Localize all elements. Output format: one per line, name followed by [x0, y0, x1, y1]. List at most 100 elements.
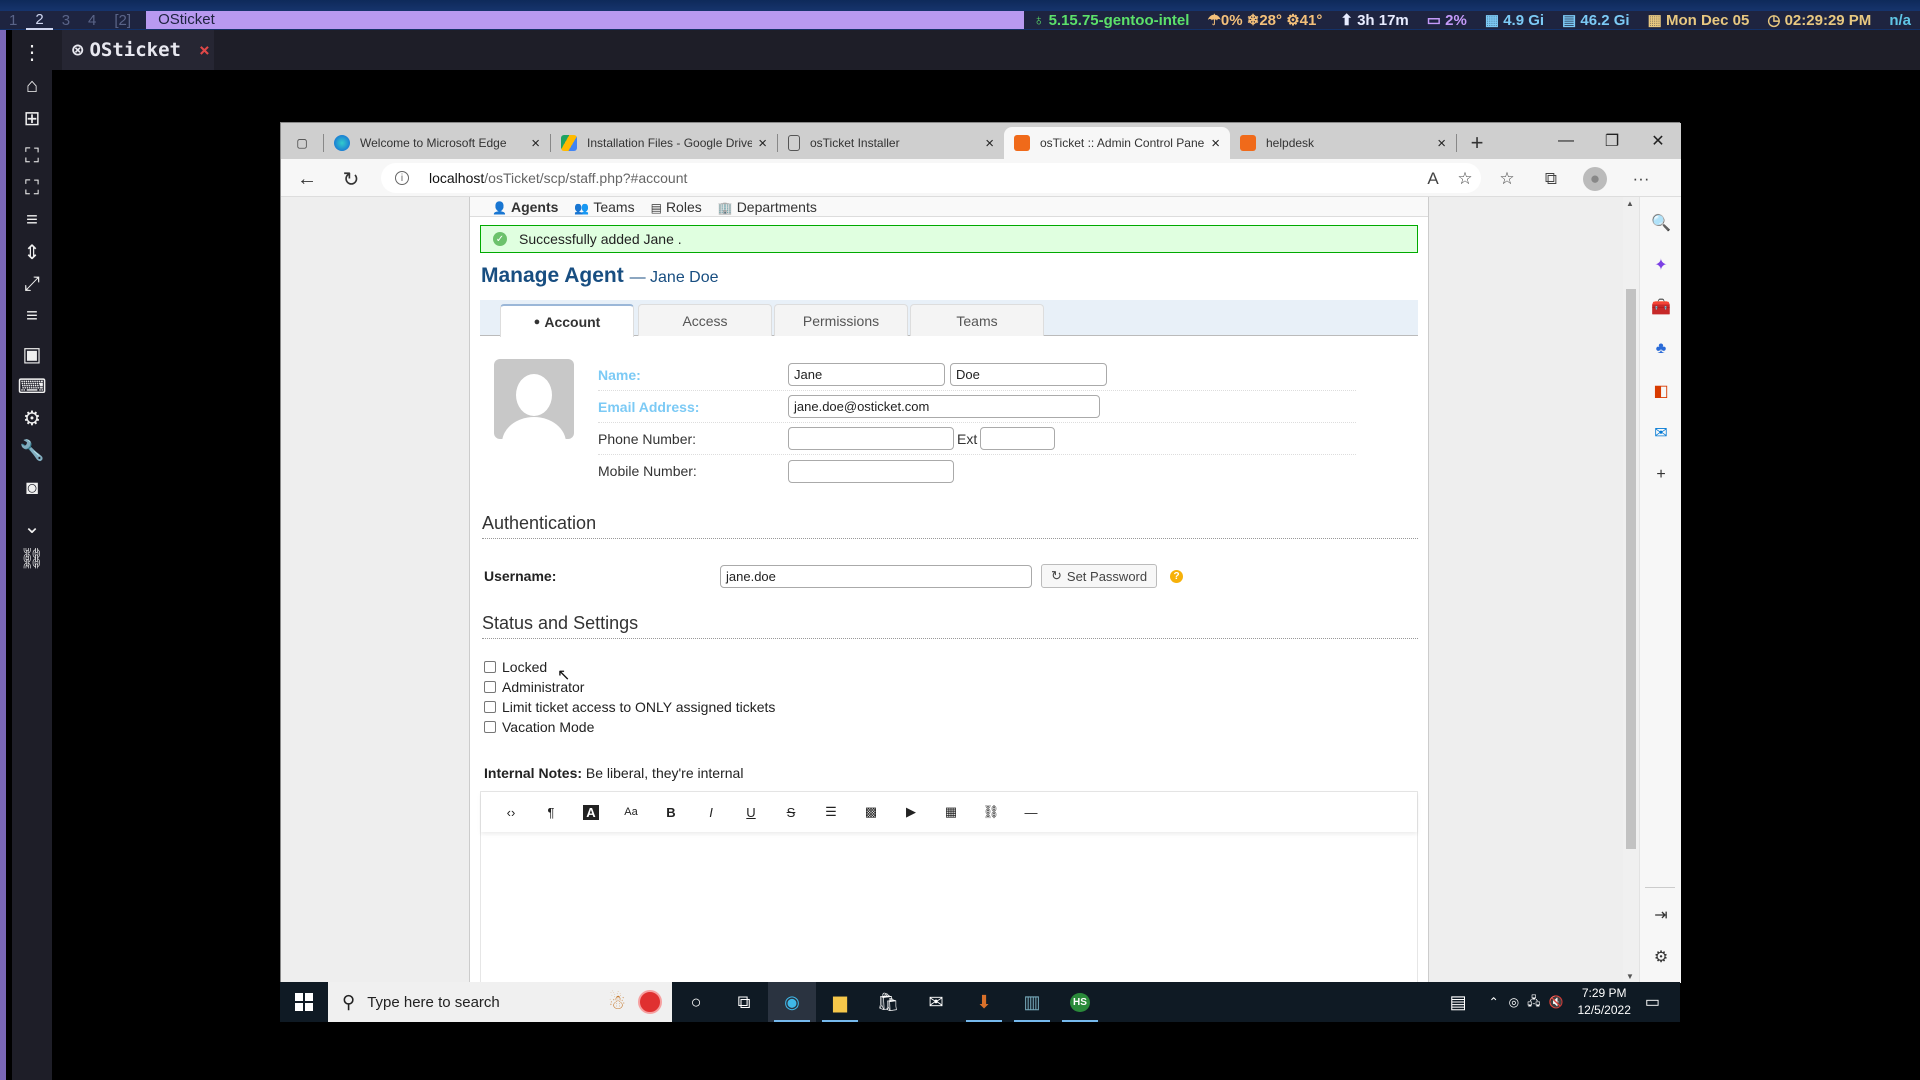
start-button[interactable] [280, 982, 328, 1022]
unlink-icon[interactable]: ⛓ [18, 544, 46, 572]
table-icon[interactable]: ▦ [931, 798, 971, 826]
mobile-input[interactable] [788, 459, 954, 483]
outlook-icon[interactable]: ✉ [1649, 421, 1673, 445]
page-scrollbar[interactable]: ▲ ▼ [1623, 197, 1639, 983]
link-icon[interactable]: ⛓ [971, 798, 1011, 826]
taskbar-store-icon[interactable]: 🛍 [864, 982, 912, 1022]
taskbar-edge-icon[interactable]: ◉ [768, 982, 816, 1022]
more-menu-icon[interactable]: ··· [1629, 167, 1653, 191]
scroll-down-icon[interactable]: ▼ [1626, 972, 1634, 981]
tools-icon[interactable]: 🧰 [1649, 295, 1673, 319]
workspace-3[interactable]: 3 [53, 12, 79, 29]
taskbar-hs-app-icon[interactable]: HS [1056, 982, 1104, 1022]
tab-close-icon[interactable]: × [985, 135, 994, 152]
kebab-menu-icon[interactable]: ⋮ [18, 38, 46, 66]
subnav-roles[interactable]: ▤ Roles [651, 199, 702, 215]
back-button[interactable]: ← [293, 165, 321, 193]
horizontal-rule-icon[interactable]: — [1011, 798, 1051, 826]
font-size-icon[interactable]: Aa [611, 798, 651, 826]
taskbar-file-explorer-icon[interactable]: ▆ [816, 982, 864, 1022]
subnav-departments[interactable]: 🏢 Departments [718, 199, 817, 215]
office-icon[interactable]: ◧ [1649, 379, 1673, 403]
wrench-icon[interactable]: 🔧 [18, 436, 46, 464]
home-icon[interactable]: ⌂ [18, 72, 46, 100]
show-hidden-icons-icon[interactable]: ⌃ [1489, 995, 1499, 1009]
collections-icon[interactable]: ⧉ [1539, 167, 1563, 191]
favorites-icon[interactable]: ☆ [1495, 167, 1519, 191]
close-icon[interactable]: × [199, 40, 210, 61]
bold-icon[interactable]: B [651, 798, 691, 826]
tab-actions-icon[interactable]: ▢ [281, 127, 323, 159]
refresh-button[interactable]: ↻ [337, 165, 365, 193]
app-tab-osticket[interactable]: ⊗ OSticket × [62, 30, 214, 70]
hide-sidebar-icon[interactable]: ⇥ [1649, 903, 1673, 927]
taskbar-server-app-icon[interactable]: ▥ [1008, 982, 1056, 1022]
help-icon[interactable]: ? [1170, 569, 1184, 583]
minimize-button[interactable]: — [1543, 123, 1589, 159]
ext-input[interactable] [980, 427, 1056, 450]
settings-icon[interactable]: ⚙ [18, 404, 46, 432]
menu-icon-2[interactable]: ≡ [18, 302, 46, 330]
checkbox-box[interactable] [484, 701, 496, 713]
font-color-icon[interactable]: A [571, 798, 611, 826]
profile-avatar[interactable]: ● [1583, 167, 1607, 191]
search-icon[interactable]: 🔍 [1649, 211, 1673, 235]
phone-input[interactable] [788, 427, 954, 450]
new-window-icon[interactable]: ⊞ [18, 104, 46, 132]
tab-close-icon[interactable]: × [758, 135, 767, 152]
underline-icon[interactable]: U [731, 798, 771, 826]
taskbar-download-app-icon[interactable]: ⬇ [960, 982, 1008, 1022]
taskbar-mail-icon[interactable]: ✉ [912, 982, 960, 1022]
last-name-input[interactable]: Doe [950, 363, 1107, 386]
url-field[interactable]: i localhost/osTicket/scp/staff.php?#acco… [381, 163, 1481, 193]
tab-permissions[interactable]: Permissions [774, 304, 908, 336]
expand-icon[interactable]: ⤢ [18, 270, 46, 298]
browser-tab[interactable]: Welcome to Microsoft Edge × [324, 127, 550, 159]
chevron-down-icon[interactable]: ⌄ [18, 512, 46, 540]
read-aloud-icon[interactable]: A [1421, 167, 1445, 191]
browser-tab[interactable]: helpdesk × [1230, 127, 1456, 159]
menu-icon[interactable]: ≡ [18, 206, 46, 234]
subnav-teams[interactable]: 👥 Teams [574, 199, 634, 215]
strikethrough-icon[interactable]: S [771, 798, 811, 826]
volume-muted-icon[interactable]: 🔇 [1549, 995, 1564, 1009]
subnav-agents[interactable]: 👤 Agents [492, 199, 558, 215]
taskbar-search[interactable]: ⚲ Type here to search ☃ [328, 982, 672, 1022]
add-sidebar-icon[interactable]: + [1649, 463, 1673, 487]
checkbox-box[interactable] [484, 681, 496, 693]
notifications-icon[interactable]: ▭ [1645, 992, 1660, 1012]
tab-close-icon[interactable]: × [1437, 135, 1446, 152]
tab-access[interactable]: Access [638, 304, 772, 336]
list-icon[interactable]: ☰ [811, 798, 851, 826]
video-icon[interactable]: ▶ [891, 798, 931, 826]
network-icon[interactable]: 🖧 [1527, 992, 1540, 1013]
site-info-icon[interactable]: i [395, 171, 409, 185]
scroll-up-icon[interactable]: ▲ [1626, 199, 1634, 208]
resize-icon[interactable]: ⇕ [18, 238, 46, 266]
games-icon[interactable]: ♣ [1649, 337, 1673, 361]
italic-icon[interactable]: I [691, 798, 731, 826]
sidebar-settings-icon[interactable]: ⚙ [1649, 945, 1673, 969]
code-view-icon[interactable]: ‹› [491, 798, 531, 826]
workspace-1[interactable]: 1 [0, 12, 26, 29]
tab-teams[interactable]: Teams [910, 304, 1044, 336]
meet-now-icon[interactable]: ◎ [1509, 995, 1519, 1009]
vacation-mode-checkbox[interactable]: Vacation Mode [484, 719, 594, 735]
checkbox-box[interactable] [484, 661, 496, 673]
email-input[interactable]: jane.doe@osticket.com [788, 395, 1100, 418]
browser-tab[interactable]: osTicket Installer × [778, 127, 1004, 159]
checkbox-box[interactable] [484, 721, 496, 733]
cortana-icon[interactable]: ○ [672, 982, 720, 1022]
scroll-thumb[interactable] [1626, 289, 1636, 849]
new-tab-button[interactable]: + [1457, 127, 1497, 159]
window-close-button[interactable]: ✕ [1635, 123, 1681, 159]
tab-close-icon[interactable]: × [531, 135, 540, 152]
limit-access-checkbox[interactable]: Limit ticket access to ONLY assigned tic… [484, 699, 775, 715]
tab-account[interactable]: ● Account [500, 304, 634, 337]
copilot-sparkle-icon[interactable]: ✦ [1649, 253, 1673, 277]
add-favorite-icon[interactable]: ☆ [1453, 167, 1477, 191]
fullscreen-icon[interactable]: ⛶ [18, 174, 46, 202]
tab-close-icon[interactable]: × [1211, 135, 1220, 152]
camera-icon[interactable]: ◙ [18, 474, 46, 502]
notes-editor[interactable]: ‹› ¶ A Aa B I U S ☰ ▩ ▶ ▦ ⛓ — [480, 791, 1418, 983]
